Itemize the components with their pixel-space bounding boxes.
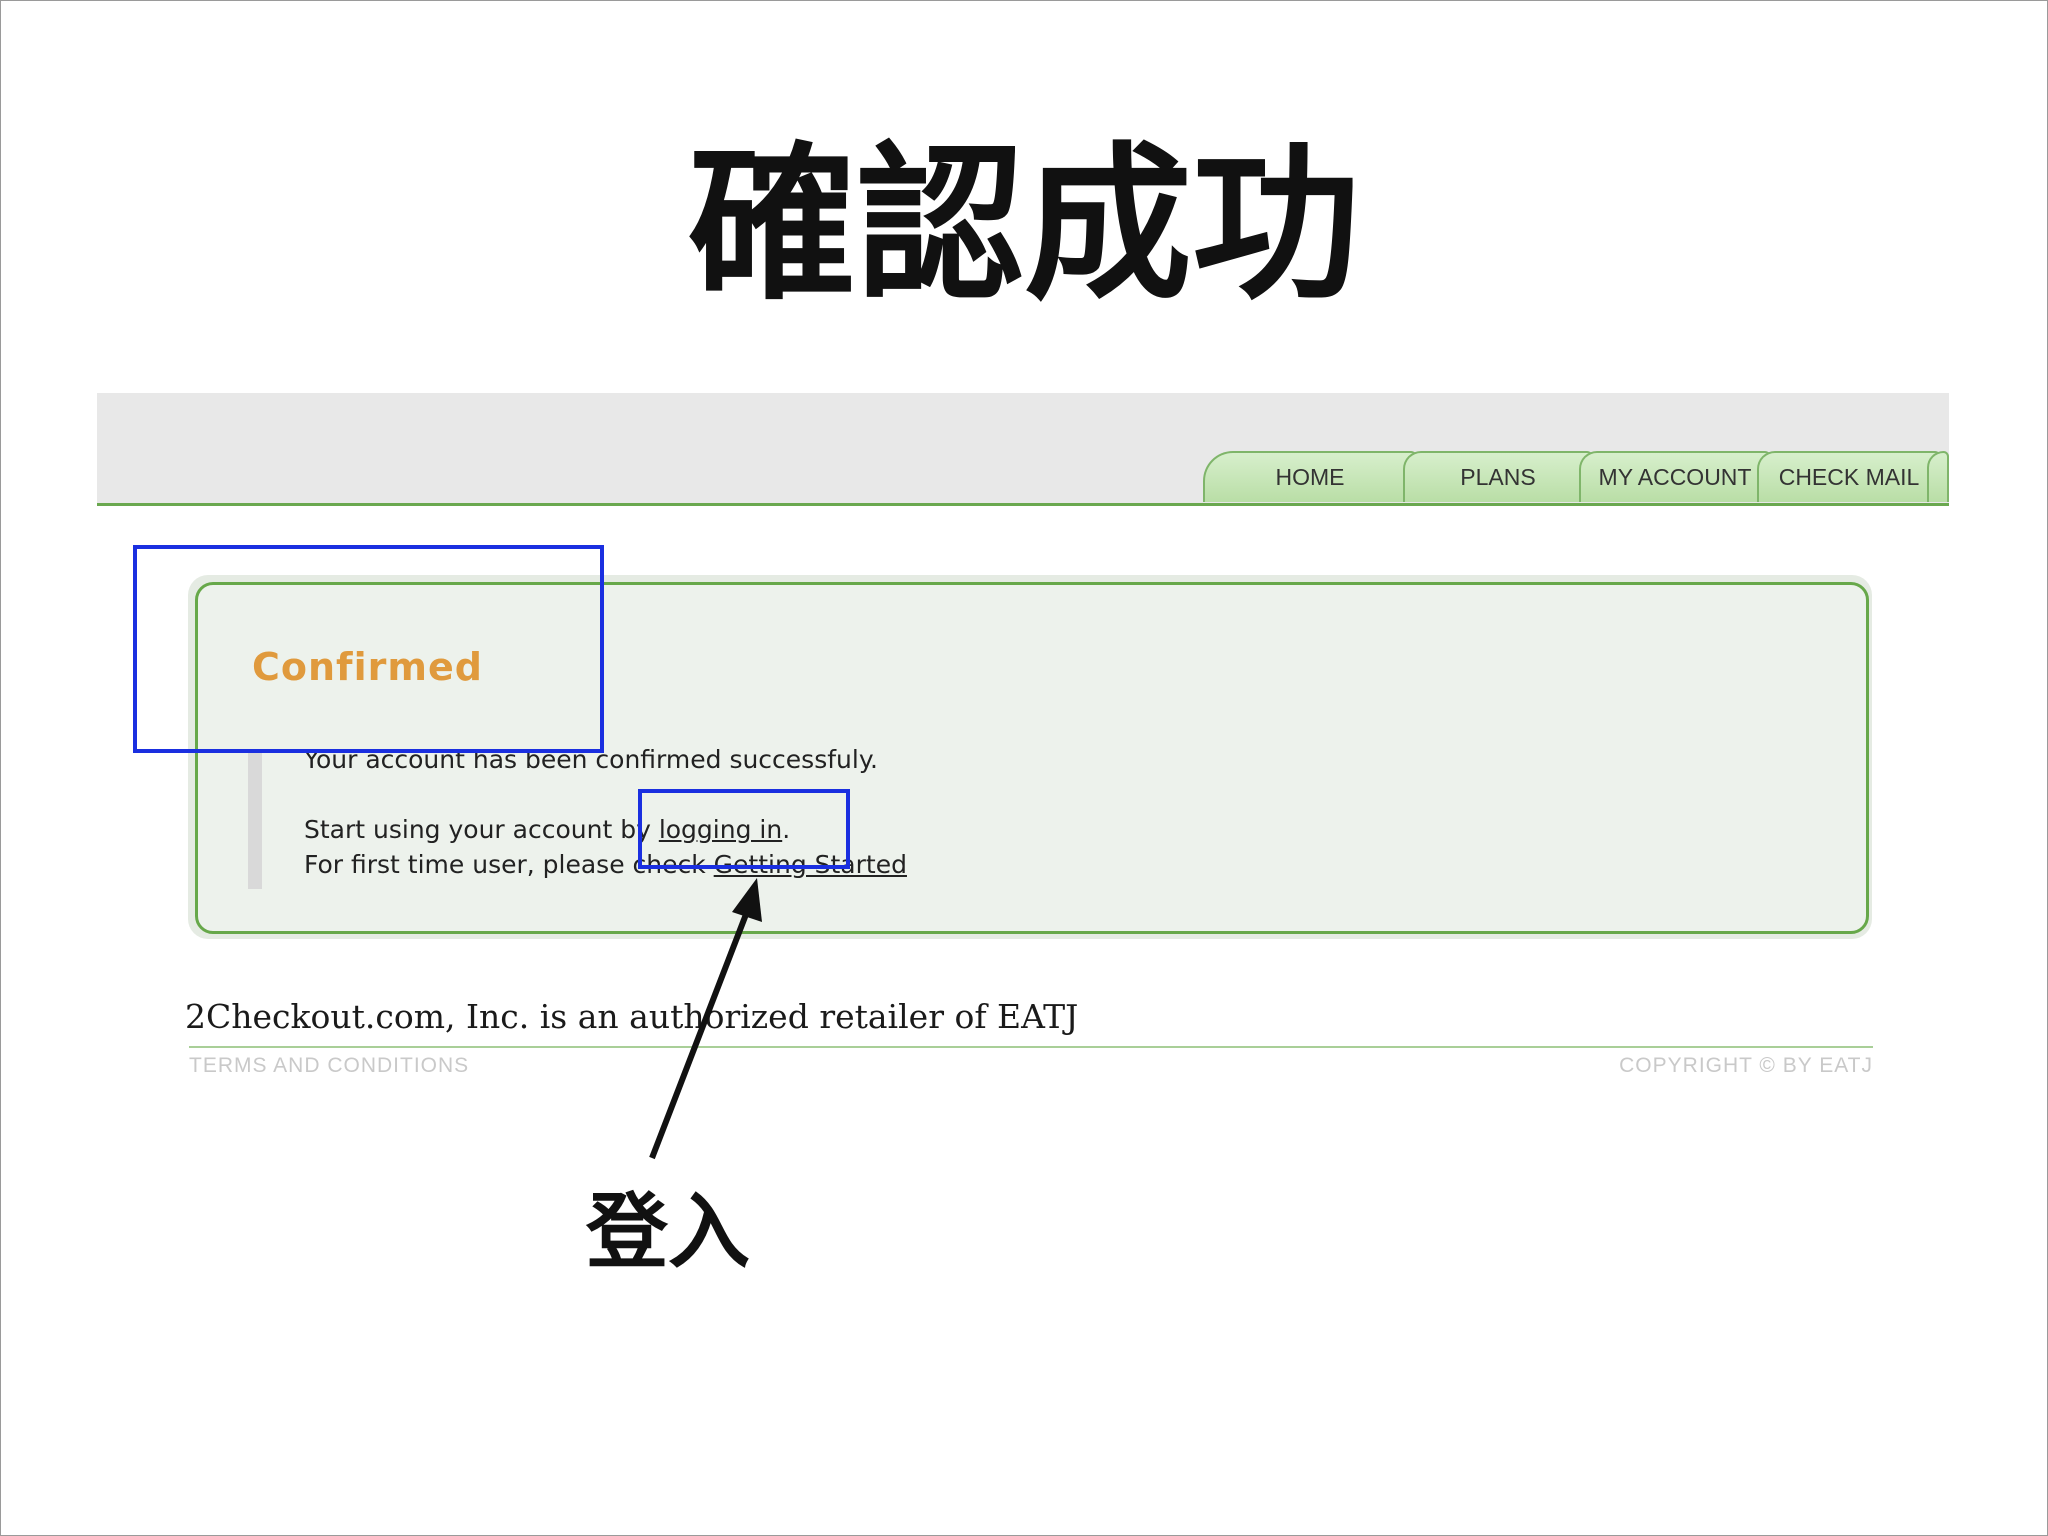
tab-home[interactable]: HOME bbox=[1203, 451, 1417, 502]
slide-title: 確認成功 bbox=[688, 127, 1360, 323]
site-header: HOME PLANS MY ACCOUNT CHECK MAIL bbox=[97, 393, 1949, 506]
quote-bar bbox=[248, 749, 262, 889]
terms-link[interactable]: TERMS AND CONDITIONS bbox=[189, 1054, 469, 1078]
copyright-text: COPYRIGHT © BY EATJ bbox=[1619, 1054, 1873, 1077]
tab-plans[interactable]: PLANS bbox=[1403, 451, 1593, 502]
callout-label: 登入 bbox=[586, 1185, 751, 1280]
footer-divider bbox=[189, 1046, 1873, 1048]
tab-my-account[interactable]: MY ACCOUNT bbox=[1579, 451, 1771, 502]
tab-check-mail[interactable]: CHECK MAIL bbox=[1757, 451, 1941, 502]
tab-edge bbox=[1927, 451, 1949, 502]
highlight-box-login bbox=[638, 789, 850, 869]
highlight-box-confirmed bbox=[133, 545, 604, 753]
main-nav: HOME PLANS MY ACCOUNT CHECK MAIL bbox=[1203, 451, 1949, 503]
login-instruction-prefix: Start using your account by bbox=[304, 815, 659, 844]
retailer-notice: 2Checkout.com, Inc. is an authorized ret… bbox=[185, 997, 1079, 1036]
